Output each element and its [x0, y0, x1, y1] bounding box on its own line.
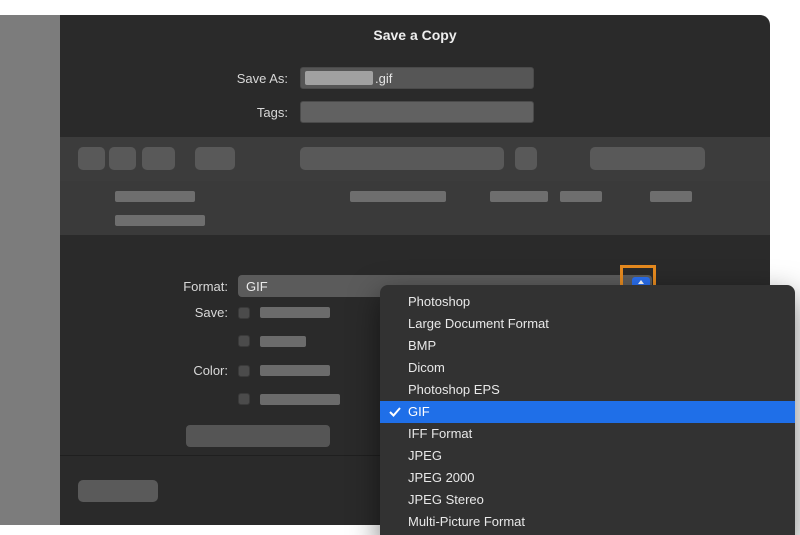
toolbar-search[interactable] — [590, 147, 705, 170]
color-label: Color: — [60, 363, 228, 378]
format-dropdown-menu[interactable]: Photoshop Large Document Format BMP Dicom Ph… — [380, 285, 795, 535]
color-row: Color: — [60, 363, 330, 378]
color-row-2 — [60, 393, 340, 405]
format-option[interactable]: IFF Format — [380, 423, 795, 445]
file-browser-toolbar — [60, 137, 770, 181]
toolbar-group[interactable] — [195, 147, 235, 170]
format-option[interactable]: BMP — [380, 335, 795, 357]
format-option[interactable]: Large Document Format — [380, 313, 795, 335]
format-label: Format: — [60, 279, 228, 294]
format-option-label: Photoshop EPS — [408, 382, 500, 397]
format-option[interactable]: JPEG Stereo — [380, 489, 795, 511]
extra-options-placeholder[interactable] — [186, 425, 330, 447]
format-option-label: BMP — [408, 338, 436, 353]
filename-placeholder — [305, 71, 373, 85]
format-option[interactable]: JPEG — [380, 445, 795, 467]
saveas-label: Save As: — [210, 71, 288, 86]
format-option-label: JPEG 2000 — [408, 470, 475, 485]
format-option-label: JPEG Stereo — [408, 492, 484, 507]
format-option[interactable]: Dicom — [380, 357, 795, 379]
col-sub-header — [115, 215, 205, 226]
format-selected-value: GIF — [246, 279, 268, 294]
saveas-row: Save As: .gif — [210, 67, 534, 89]
col-name-header[interactable] — [115, 191, 195, 202]
format-option[interactable]: Photoshop — [380, 291, 795, 313]
inactive-window-strip — [0, 15, 60, 525]
tags-input[interactable] — [300, 101, 534, 123]
save-label: Save: — [60, 305, 228, 320]
format-option[interactable]: JPEG 2000 — [380, 467, 795, 489]
format-option[interactable]: GIF — [380, 401, 795, 423]
toolbar-nav-fwd[interactable] — [109, 147, 136, 170]
saveas-input[interactable]: .gif — [300, 67, 534, 89]
format-option-label: Dicom — [408, 360, 445, 375]
col-extra-header[interactable] — [650, 191, 692, 202]
save-option-1-text — [260, 307, 330, 318]
col-size-header[interactable] — [490, 191, 548, 202]
format-option-label: Photoshop — [408, 294, 470, 309]
color-option-2-text — [260, 394, 340, 405]
save-row-2 — [60, 335, 306, 347]
format-option-label: IFF Format — [408, 426, 472, 441]
color-option-2-checkbox[interactable] — [238, 393, 250, 405]
format-option-label: Large Document Format — [408, 316, 549, 331]
file-browser-columns — [60, 181, 770, 235]
check-icon — [388, 404, 402, 418]
tags-label: Tags: — [210, 105, 288, 120]
dialog-title: Save a Copy — [60, 27, 770, 43]
toolbar-location[interactable] — [300, 147, 504, 170]
format-option-label: GIF — [408, 404, 430, 419]
toolbar-expand[interactable] — [515, 147, 537, 170]
col-date-header[interactable] — [350, 191, 446, 202]
save-option-1-checkbox[interactable] — [238, 307, 250, 319]
save-row: Save: — [60, 305, 330, 320]
tags-row: Tags: — [210, 101, 534, 123]
format-option[interactable]: Photoshop EPS — [380, 379, 795, 401]
new-folder-button[interactable] — [78, 480, 158, 502]
format-option-label: JPEG — [408, 448, 442, 463]
color-option-1-checkbox[interactable] — [238, 365, 250, 377]
save-option-2-text — [260, 336, 306, 347]
format-option-label: Multi-Picture Format — [408, 514, 525, 529]
format-option[interactable]: Multi-Picture Format — [380, 511, 795, 533]
toolbar-view[interactable] — [142, 147, 175, 170]
col-kind-header[interactable] — [560, 191, 602, 202]
filename-ext: .gif — [375, 71, 392, 86]
color-option-1-text — [260, 365, 330, 376]
toolbar-nav-back[interactable] — [78, 147, 105, 170]
stage: Save a Copy Save As: .gif Tags: — [0, 0, 800, 535]
save-option-2-checkbox[interactable] — [238, 335, 250, 347]
